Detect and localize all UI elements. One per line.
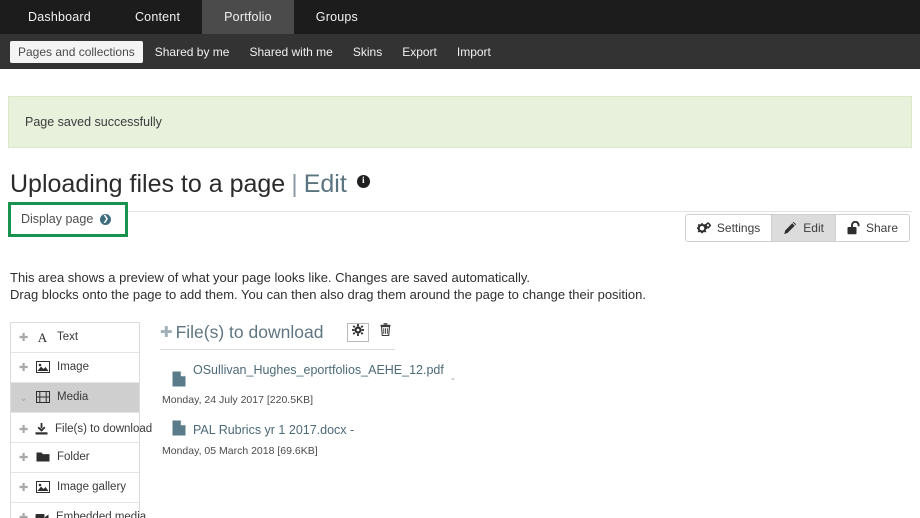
block-type-image-gallery[interactable]: ✚ Image gallery <box>11 473 139 503</box>
drag-handle-icon[interactable]: ✚ <box>19 451 28 464</box>
help-line-1: This area shows a preview of what your p… <box>10 270 531 285</box>
subnav-label: Shared by me <box>154 44 230 59</box>
gears-icon <box>696 221 711 235</box>
block-header: ✚ File(s) to download <box>160 322 395 350</box>
info-icon[interactable]: i <box>356 175 370 188</box>
block-type-label: Embedded media <box>56 511 147 518</box>
block-type-media[interactable]: ⌄ Media <box>11 382 139 413</box>
drag-handle-icon[interactable]: ✚ <box>19 423 28 436</box>
move-handle-icon[interactable]: ✚ <box>160 323 173 341</box>
block-type-label: Image <box>57 361 89 374</box>
unlock-icon <box>847 221 860 235</box>
block-type-label: Text <box>57 331 79 344</box>
trash-icon <box>380 323 391 341</box>
file-icon <box>172 371 186 392</box>
download-icon <box>35 423 48 435</box>
block-toolbar <box>347 322 395 342</box>
drag-handle-icon[interactable]: ✚ <box>19 331 28 344</box>
success-banner: Page saved successfully <box>8 96 912 148</box>
video-camera-icon <box>35 512 49 518</box>
block-type-image[interactable]: ✚ Image <box>11 353 139 383</box>
secondary-navigation: Pages and collections Shared by me Share… <box>0 34 920 69</box>
subnav-label: Shared with me <box>249 44 333 59</box>
block-type-embedded-media[interactable]: ✚ Embedded media <box>11 503 146 518</box>
nav-item-portfolio[interactable]: Portfolio <box>202 0 294 34</box>
success-message: Page saved successfully <box>25 115 162 129</box>
page-mode-button-group: Settings Edit Share <box>684 214 910 242</box>
gear-icon <box>352 323 364 341</box>
primary-navigation: Dashboard Content Portfolio Groups <box>0 0 920 34</box>
arrow-right-circle-icon: ❯ <box>100 213 112 225</box>
subnav-label: Pages and collections <box>18 44 135 59</box>
page-block-files-to-download: ✚ File(s) to download OSullivan_Hughes_e… <box>160 322 455 471</box>
nav-label: Content <box>134 10 181 24</box>
page-title: Uploading files to a page | Edit i <box>8 172 912 197</box>
editor-body: ✚ A Text ✚ Image ⌄ Media ✚ File(s) to do… <box>8 321 912 518</box>
image-icon <box>35 361 50 374</box>
block-type-folder[interactable]: ✚ Folder <box>11 443 139 473</box>
subnav-item-shared-with-me[interactable]: Shared with me <box>241 41 340 63</box>
page-title-name: Uploading files to a page <box>10 170 286 198</box>
nav-item-groups[interactable]: Groups <box>294 0 380 34</box>
subnav-item-export[interactable]: Export <box>394 41 445 63</box>
block-title: File(s) to download <box>175 321 324 342</box>
subnav-item-pages-and-collections[interactable]: Pages and collections <box>10 40 143 63</box>
file-metadata: Monday, 05 March 2018 [69.6KB] <box>162 444 318 457</box>
editor-help-text: This area shows a preview of what your p… <box>8 269 912 304</box>
nav-label: Portfolio <box>224 10 272 24</box>
subnav-item-skins[interactable]: Skins <box>345 41 390 63</box>
file-list: OSullivan_Hughes_eportfolios_AEHE_12.pdf… <box>160 350 455 457</box>
file-list-item: OSullivan_Hughes_eportfolios_AEHE_12.pdf… <box>160 362 455 406</box>
file-icon <box>172 420 186 441</box>
nav-label: Dashboard <box>28 10 91 24</box>
folder-icon <box>35 451 50 463</box>
settings-button-label: Settings <box>716 221 761 235</box>
page-title-mode: Edit <box>303 170 347 198</box>
nav-item-dashboard[interactable]: Dashboard <box>6 0 113 34</box>
drag-handle-icon[interactable]: ✚ <box>19 511 28 518</box>
block-type-files-to-download[interactable]: ✚ File(s) to download <box>11 412 152 443</box>
block-type-text[interactable]: ✚ A Text <box>11 323 139 353</box>
page-action-bar: Display page ❯ Settings Edit Share <box>8 202 912 249</box>
file-row: OSullivan_Hughes_eportfolios_AEHE_12.pdf… <box>160 362 455 392</box>
subnav-item-import[interactable]: Import <box>449 41 499 63</box>
display-page-label: Display page <box>21 212 94 226</box>
subnav-item-shared-by-me[interactable]: Shared by me <box>147 41 238 63</box>
chevron-down-icon[interactable]: ⌄ <box>19 391 28 404</box>
drag-handle-icon[interactable]: ✚ <box>19 361 28 374</box>
share-button-label: Share <box>865 221 898 235</box>
block-type-label: Image gallery <box>57 481 127 494</box>
subnav-label: Export <box>402 44 437 59</box>
block-type-label: Media <box>57 391 89 404</box>
page-title-separator: | <box>291 170 298 198</box>
image-icon <box>35 481 50 494</box>
file-description-dash: - <box>450 370 455 385</box>
edit-button-label: Edit <box>803 221 824 235</box>
svg-text:A: A <box>38 331 48 343</box>
file-name-link[interactable]: OSullivan_Hughes_eportfolios_AEHE_12.pdf <box>193 362 444 378</box>
subnav-label: Skins <box>352 44 383 59</box>
edit-button[interactable]: Edit <box>772 215 836 241</box>
drag-handle-icon[interactable]: ✚ <box>19 481 28 494</box>
file-row: PAL Rubrics yr 1 2017.docx - <box>160 420 395 441</box>
settings-button[interactable]: Settings <box>685 215 773 241</box>
block-type-palette: ✚ A Text ✚ Image ⌄ Media ✚ File(s) to do… <box>10 321 152 518</box>
nav-item-content[interactable]: Content <box>113 0 202 34</box>
block-configure-button[interactable] <box>347 322 369 342</box>
display-page-link[interactable]: Display page ❯ <box>8 202 129 237</box>
nav-label: Groups <box>315 10 358 24</box>
file-list-item: PAL Rubrics yr 1 2017.docx - Monday, 05 … <box>160 420 395 457</box>
text-icon: A <box>35 331 50 343</box>
pencil-icon <box>783 221 797 235</box>
file-name-link[interactable]: PAL Rubrics yr 1 2017.docx - <box>193 422 388 438</box>
block-type-label: Folder <box>57 451 90 464</box>
block-type-label: File(s) to download <box>55 423 153 436</box>
share-button[interactable]: Share <box>835 215 909 241</box>
media-icon <box>35 391 50 404</box>
file-metadata: Monday, 24 July 2017 [220.5KB] <box>162 393 313 406</box>
block-delete-button[interactable] <box>375 323 395 342</box>
subnav-label: Import <box>456 44 491 59</box>
help-line-2: Drag blocks onto the page to add them. Y… <box>10 287 647 303</box>
